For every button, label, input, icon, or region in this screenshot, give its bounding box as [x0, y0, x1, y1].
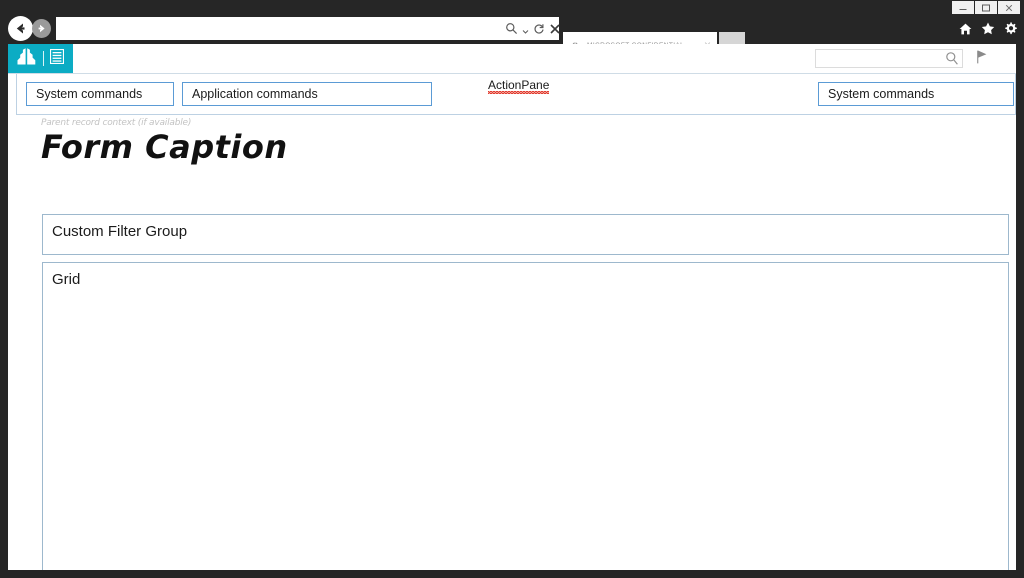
page-viewport: System commands Application commands Act…	[8, 44, 1016, 570]
browser-tool-icons	[959, 22, 1017, 40]
search-input[interactable]	[816, 50, 944, 67]
grid-panel[interactable]: Grid	[42, 262, 1009, 570]
brand-divider	[43, 51, 44, 66]
hamburger-list-icon[interactable]	[49, 48, 65, 69]
back-arrow-icon[interactable]	[8, 16, 33, 41]
search-icon[interactable]	[505, 22, 518, 38]
app-search-box[interactable]	[815, 49, 963, 68]
search-icon[interactable]	[945, 51, 959, 71]
app-navigation-bar	[8, 44, 1016, 74]
action-pane-label: ActionPane	[488, 78, 550, 94]
address-input[interactable]	[56, 17, 559, 40]
action-pane-label-text: ActionPane	[488, 78, 550, 92]
minimize-icon[interactable]	[952, 1, 974, 14]
chevron-down-icon[interactable]	[522, 23, 529, 38]
form-content: Parent record context (if available) For…	[8, 115, 1016, 570]
flag-icon[interactable]	[976, 50, 989, 69]
browser-window: MICROSOFT CONFIDENTIAL ×	[0, 0, 1024, 578]
custom-filter-group-panel[interactable]: Custom Filter Group	[42, 214, 1009, 255]
gear-icon[interactable]	[1004, 22, 1017, 40]
system-commands-left[interactable]: System commands	[26, 82, 174, 106]
page-title: Form Caption	[41, 128, 288, 166]
action-pane: System commands Application commands Act…	[16, 74, 1016, 115]
grid-label: Grid	[52, 271, 81, 288]
star-icon[interactable]	[981, 22, 995, 40]
home-icon[interactable]	[959, 22, 972, 40]
dynamics-logo-icon	[17, 47, 37, 70]
forward-arrow-icon[interactable]	[32, 19, 51, 38]
address-bar-icons	[505, 22, 561, 38]
maximize-icon[interactable]	[975, 1, 997, 14]
parent-record-context: Parent record context (if available)	[41, 118, 192, 128]
close-icon[interactable]	[998, 1, 1020, 14]
stop-icon[interactable]	[549, 23, 561, 38]
custom-filter-group-label: Custom Filter Group	[52, 223, 188, 240]
browser-navigation-bar: MICROSOFT CONFIDENTIAL ×	[0, 14, 1024, 58]
spellcheck-underline	[488, 91, 550, 94]
refresh-icon[interactable]	[533, 23, 545, 38]
window-controls	[952, 1, 1020, 14]
system-commands-right[interactable]: System commands	[818, 82, 1014, 106]
app-brand-area[interactable]	[8, 44, 73, 73]
application-commands[interactable]: Application commands	[182, 82, 432, 106]
browser-titlebar	[0, 0, 1024, 14]
